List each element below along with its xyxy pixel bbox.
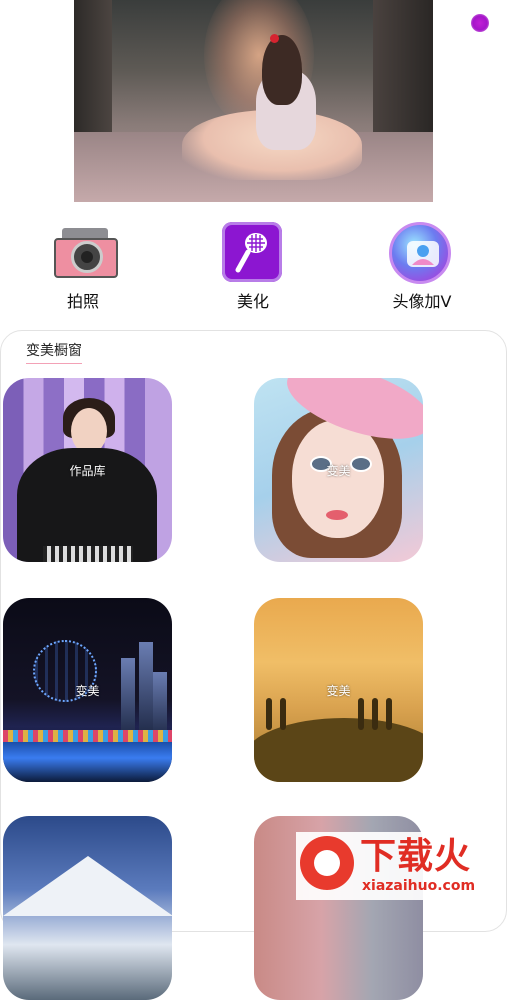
camera-feature-button[interactable]: 拍照	[28, 220, 138, 316]
tile-tree	[372, 698, 378, 730]
tile-tree	[280, 698, 286, 730]
flame-logo-icon	[300, 836, 354, 890]
camera-feature-label: 拍照	[66, 292, 99, 311]
showcase-tile-beauty-3[interactable]: 变美	[254, 598, 423, 782]
flower-icon	[270, 34, 279, 43]
beautify-feature-button[interactable]: 美化	[198, 220, 308, 316]
tile-face	[292, 420, 384, 538]
tile-tree	[266, 698, 272, 730]
beauty-brush-icon	[222, 222, 282, 282]
hero-banner-image[interactable]	[74, 0, 433, 202]
showcase-tile-mountains[interactable]	[3, 816, 172, 1000]
tile-skirt	[43, 546, 133, 562]
tile-caption: 作品库	[69, 464, 106, 478]
tile-caption: 变美	[326, 684, 351, 698]
tile-tree	[386, 698, 392, 730]
watermark: 下载火 xiazaihuo.com	[296, 832, 504, 900]
avatar-v-feature-label: 头像加V	[392, 292, 452, 311]
section-title: 变美橱窗	[26, 340, 82, 364]
avatar-v-feature-button[interactable]: 头像加V	[367, 220, 477, 316]
tile-lips	[326, 510, 348, 520]
watermark-url: xiazaihuo.com	[362, 878, 476, 894]
avatar-v-icon	[389, 222, 451, 284]
beautify-feature-label: 美化	[236, 292, 269, 311]
camera-icon	[54, 228, 118, 278]
girl-hair	[262, 35, 302, 105]
showcase-tile-beauty-2[interactable]: 变美	[3, 598, 172, 782]
showcase-tile-portfolio[interactable]: 作品库	[3, 378, 172, 562]
watermark-brand: 下载火	[360, 836, 472, 877]
tile-caption: 变美	[326, 464, 351, 478]
tile-water	[3, 742, 172, 782]
tile-mountain	[3, 856, 172, 916]
indicator-dot-icon[interactable]	[471, 14, 489, 32]
tile-tree	[358, 698, 364, 730]
tile-caption: 变美	[75, 684, 100, 698]
showcase-tile-beauty-1[interactable]: 变美	[254, 378, 423, 562]
